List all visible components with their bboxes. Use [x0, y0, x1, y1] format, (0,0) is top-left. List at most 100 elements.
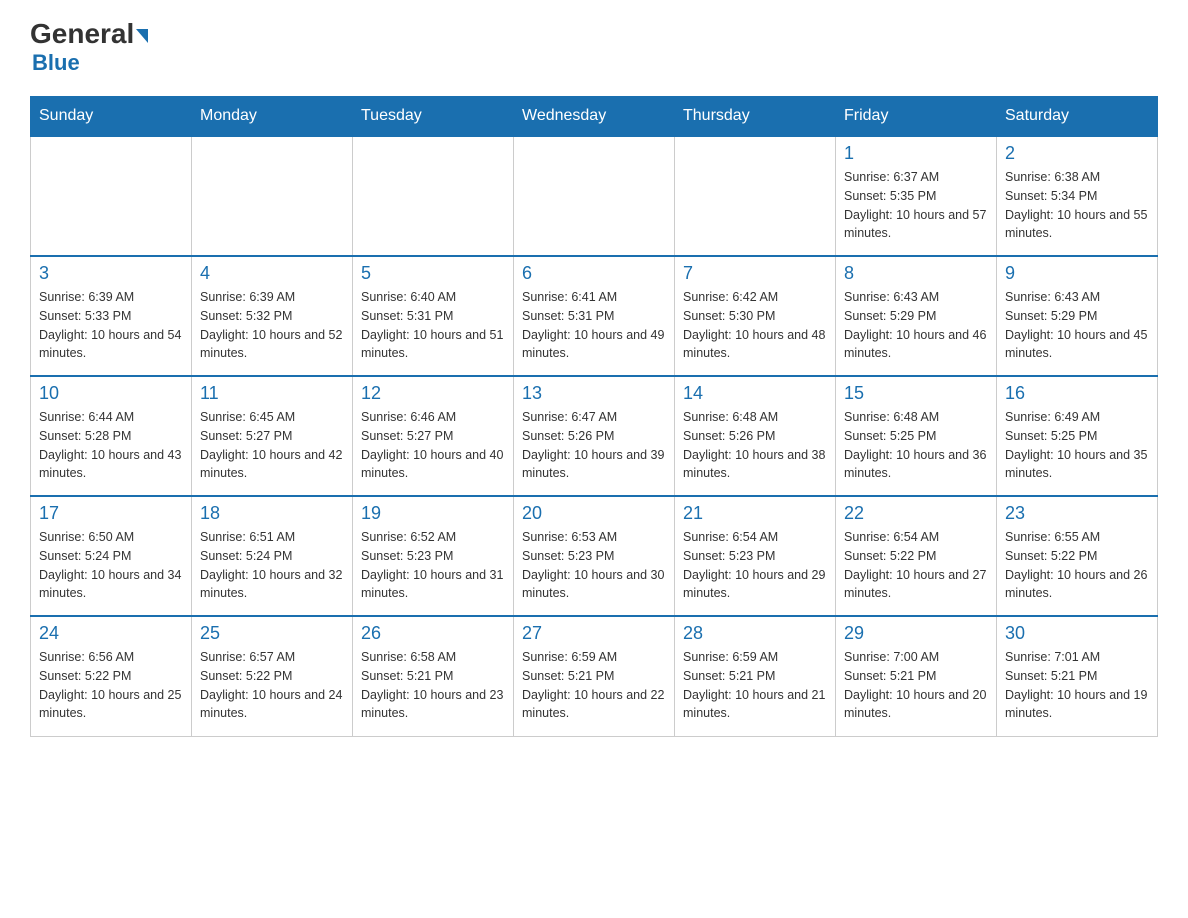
calendar-cell: 18Sunrise: 6:51 AM Sunset: 5:24 PM Dayli… [192, 496, 353, 616]
day-info: Sunrise: 6:38 AM Sunset: 5:34 PM Dayligh… [1005, 168, 1149, 243]
calendar-cell: 13Sunrise: 6:47 AM Sunset: 5:26 PM Dayli… [514, 376, 675, 496]
weekday-header-tuesday: Tuesday [353, 97, 514, 137]
calendar-cell: 28Sunrise: 6:59 AM Sunset: 5:21 PM Dayli… [675, 616, 836, 736]
day-number: 2 [1005, 143, 1149, 164]
day-info: Sunrise: 6:44 AM Sunset: 5:28 PM Dayligh… [39, 408, 183, 483]
day-number: 6 [522, 263, 666, 284]
day-info: Sunrise: 6:49 AM Sunset: 5:25 PM Dayligh… [1005, 408, 1149, 483]
calendar-cell: 30 Sunrise: 7:01 AM Sunset: 5:21 PM Dayli… [997, 616, 1158, 736]
day-info: Sunrise: 6:50 AM Sunset: 5:24 PM Dayligh… [39, 528, 183, 603]
calendar-cell: 29 Sunrise: 7:00 AM Sunset: 5:21 PM Dayli… [836, 616, 997, 736]
day-number: 27 [522, 623, 666, 644]
logo-general: General [30, 20, 148, 48]
day-info: Sunrise: 6:59 AM Sunset: 5:21 PM Dayligh… [522, 648, 666, 723]
calendar-cell: 20 Sunrise: 6:53 AM Sunset: 5:23 PM Dayli… [514, 496, 675, 616]
calendar-cell: 27 Sunrise: 6:59 AM Sunset: 5:21 PM Dayli… [514, 616, 675, 736]
day-number: 22 [844, 503, 988, 524]
day-number: 9 [1005, 263, 1149, 284]
day-info: Sunrise: 6:42 AM Sunset: 5:30 PM Dayligh… [683, 288, 827, 363]
calendar-cell: 21 Sunrise: 6:54 AM Sunset: 5:23 PM Dayli… [675, 496, 836, 616]
calendar-cell: 6 Sunrise: 6:41 AM Sunset: 5:31 PM Daylig… [514, 256, 675, 376]
calendar-cell: 7 Sunrise: 6:42 AM Sunset: 5:30 PM Daylig… [675, 256, 836, 376]
day-info: Sunrise: 6:47 AM Sunset: 5:26 PM Dayligh… [522, 408, 666, 483]
day-number: 14 [683, 383, 827, 404]
day-number: 29 [844, 623, 988, 644]
day-info: Sunrise: 6:52 AM Sunset: 5:23 PM Dayligh… [361, 528, 505, 603]
day-number: 15 [844, 383, 988, 404]
day-info: Sunrise: 6:48 AM Sunset: 5:25 PM Dayligh… [844, 408, 988, 483]
week-row-4: 17 Sunrise: 6:50 AM Sunset: 5:24 PM Dayli… [31, 496, 1158, 616]
weekday-header-monday: Monday [192, 97, 353, 137]
calendar-cell: 12 Sunrise: 6:46 AM Sunset: 5:27 PM Dayli… [353, 376, 514, 496]
day-info: Sunrise: 7:01 AM Sunset: 5:21 PM Dayligh… [1005, 648, 1149, 723]
day-info: Sunrise: 6:45 AM Sunset: 5:27 PM Dayligh… [200, 408, 344, 483]
day-number: 8 [844, 263, 988, 284]
calendar-cell: 14 Sunrise: 6:48 AM Sunset: 5:26 PM Dayli… [675, 376, 836, 496]
day-number: 21 [683, 503, 827, 524]
day-info: Sunrise: 6:48 AM Sunset: 5:26 PM Dayligh… [683, 408, 827, 483]
weekday-header-thursday: Thursday [675, 97, 836, 137]
calendar-cell: 2 Sunrise: 6:38 AM Sunset: 5:34 PM Daylig… [997, 136, 1158, 256]
calendar-cell: 11Sunrise: 6:45 AM Sunset: 5:27 PM Dayli… [192, 376, 353, 496]
day-number: 1 [844, 143, 988, 164]
calendar-cell [675, 136, 836, 256]
calendar-cell: 4Sunrise: 6:39 AM Sunset: 5:32 PM Daylig… [192, 256, 353, 376]
day-info: Sunrise: 6:39 AM Sunset: 5:33 PM Dayligh… [39, 288, 183, 363]
calendar-cell [192, 136, 353, 256]
weekday-header-sunday: Sunday [31, 97, 192, 137]
logo-triangle-icon [136, 29, 148, 43]
day-info: Sunrise: 7:00 AM Sunset: 5:21 PM Dayligh… [844, 648, 988, 723]
day-number: 17 [39, 503, 183, 524]
weekday-header-wednesday: Wednesday [514, 97, 675, 137]
day-number: 25 [200, 623, 344, 644]
week-row-2: 3 Sunrise: 6:39 AM Sunset: 5:33 PM Daylig… [31, 256, 1158, 376]
calendar-cell: 19 Sunrise: 6:52 AM Sunset: 5:23 PM Dayli… [353, 496, 514, 616]
day-number: 23 [1005, 503, 1149, 524]
calendar-cell: 3 Sunrise: 6:39 AM Sunset: 5:33 PM Daylig… [31, 256, 192, 376]
calendar-cell: 22 Sunrise: 6:54 AM Sunset: 5:22 PM Dayli… [836, 496, 997, 616]
day-number: 3 [39, 263, 183, 284]
calendar-cell: 26Sunrise: 6:58 AM Sunset: 5:21 PM Dayli… [353, 616, 514, 736]
day-info: Sunrise: 6:58 AM Sunset: 5:21 PM Dayligh… [361, 648, 505, 723]
calendar-cell: 23Sunrise: 6:55 AM Sunset: 5:22 PM Dayli… [997, 496, 1158, 616]
day-number: 20 [522, 503, 666, 524]
calendar-cell [31, 136, 192, 256]
day-number: 5 [361, 263, 505, 284]
day-info: Sunrise: 6:41 AM Sunset: 5:31 PM Dayligh… [522, 288, 666, 363]
day-info: Sunrise: 6:53 AM Sunset: 5:23 PM Dayligh… [522, 528, 666, 603]
day-info: Sunrise: 6:51 AM Sunset: 5:24 PM Dayligh… [200, 528, 344, 603]
day-number: 10 [39, 383, 183, 404]
calendar-cell: 10 Sunrise: 6:44 AM Sunset: 5:28 PM Dayli… [31, 376, 192, 496]
logo-blue: Blue [32, 50, 80, 76]
week-row-5: 24 Sunrise: 6:56 AM Sunset: 5:22 PM Dayli… [31, 616, 1158, 736]
week-row-3: 10 Sunrise: 6:44 AM Sunset: 5:28 PM Dayli… [31, 376, 1158, 496]
calendar-cell: 24 Sunrise: 6:56 AM Sunset: 5:22 PM Dayli… [31, 616, 192, 736]
calendar-cell: 15 Sunrise: 6:48 AM Sunset: 5:25 PM Dayli… [836, 376, 997, 496]
day-number: 7 [683, 263, 827, 284]
calendar-cell: 25 Sunrise: 6:57 AM Sunset: 5:22 PM Dayli… [192, 616, 353, 736]
week-row-1: 1Sunrise: 6:37 AM Sunset: 5:35 PM Daylig… [31, 136, 1158, 256]
calendar-cell [514, 136, 675, 256]
day-info: Sunrise: 6:46 AM Sunset: 5:27 PM Dayligh… [361, 408, 505, 483]
day-info: Sunrise: 6:54 AM Sunset: 5:23 PM Dayligh… [683, 528, 827, 603]
day-number: 24 [39, 623, 183, 644]
calendar-cell: 17 Sunrise: 6:50 AM Sunset: 5:24 PM Dayli… [31, 496, 192, 616]
calendar-cell: 5Sunrise: 6:40 AM Sunset: 5:31 PM Daylig… [353, 256, 514, 376]
weekday-header-row: SundayMondayTuesdayWednesdayThursdayFrid… [31, 97, 1158, 137]
day-number: 12 [361, 383, 505, 404]
weekday-header-friday: Friday [836, 97, 997, 137]
header: General Blue [30, 20, 1158, 76]
day-info: Sunrise: 6:57 AM Sunset: 5:22 PM Dayligh… [200, 648, 344, 723]
calendar-cell: 16 Sunrise: 6:49 AM Sunset: 5:25 PM Dayli… [997, 376, 1158, 496]
calendar-cell: 9Sunrise: 6:43 AM Sunset: 5:29 PM Daylig… [997, 256, 1158, 376]
day-info: Sunrise: 6:39 AM Sunset: 5:32 PM Dayligh… [200, 288, 344, 363]
logo: General Blue [30, 20, 148, 76]
day-number: 16 [1005, 383, 1149, 404]
day-number: 30 [1005, 623, 1149, 644]
day-number: 19 [361, 503, 505, 524]
day-info: Sunrise: 6:54 AM Sunset: 5:22 PM Dayligh… [844, 528, 988, 603]
calendar: SundayMondayTuesdayWednesdayThursdayFrid… [30, 96, 1158, 737]
day-info: Sunrise: 6:56 AM Sunset: 5:22 PM Dayligh… [39, 648, 183, 723]
day-info: Sunrise: 6:43 AM Sunset: 5:29 PM Dayligh… [844, 288, 988, 363]
weekday-header-saturday: Saturday [997, 97, 1158, 137]
